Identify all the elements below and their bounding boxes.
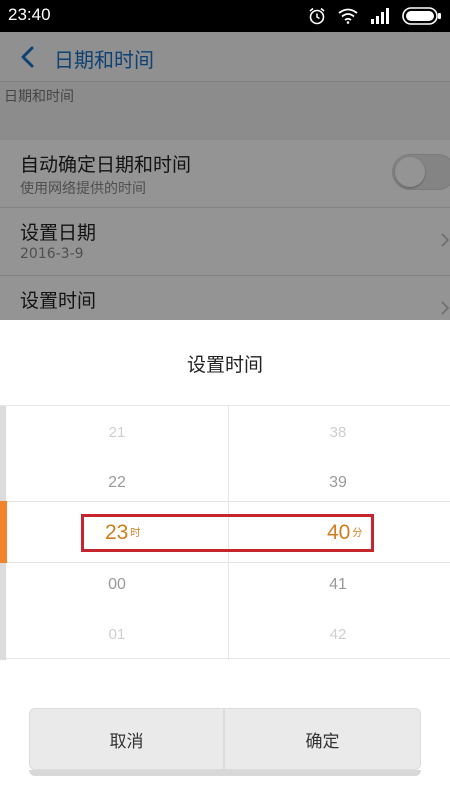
battery-icon xyxy=(402,7,442,25)
alarm-icon xyxy=(308,7,326,25)
minute-option[interactable]: 42 xyxy=(298,626,378,643)
annotation-highlight-box xyxy=(81,514,374,552)
signal-icon xyxy=(370,8,390,24)
status-time: 23:40 xyxy=(8,5,51,24)
wifi-icon xyxy=(338,8,358,24)
minute-option[interactable]: 41 xyxy=(298,576,378,594)
hour-option[interactable]: 22 xyxy=(77,474,157,492)
confirm-button[interactable]: 确定 xyxy=(224,708,421,770)
hour-option[interactable]: 21 xyxy=(77,424,157,441)
hour-option[interactable]: 00 xyxy=(77,576,157,594)
button-shadow xyxy=(29,770,421,776)
status-icons xyxy=(308,6,442,26)
minute-option[interactable]: 39 xyxy=(298,474,378,492)
modal-overlay[interactable] xyxy=(0,32,450,320)
status-bar: 23:40 xyxy=(0,0,450,32)
picker-selection-accent xyxy=(0,501,7,563)
dialog-title: 设置时间 xyxy=(186,354,263,376)
minute-option[interactable]: 38 xyxy=(298,424,378,441)
cancel-button[interactable]: 取消 xyxy=(29,708,224,770)
hour-option[interactable]: 01 xyxy=(77,626,157,643)
